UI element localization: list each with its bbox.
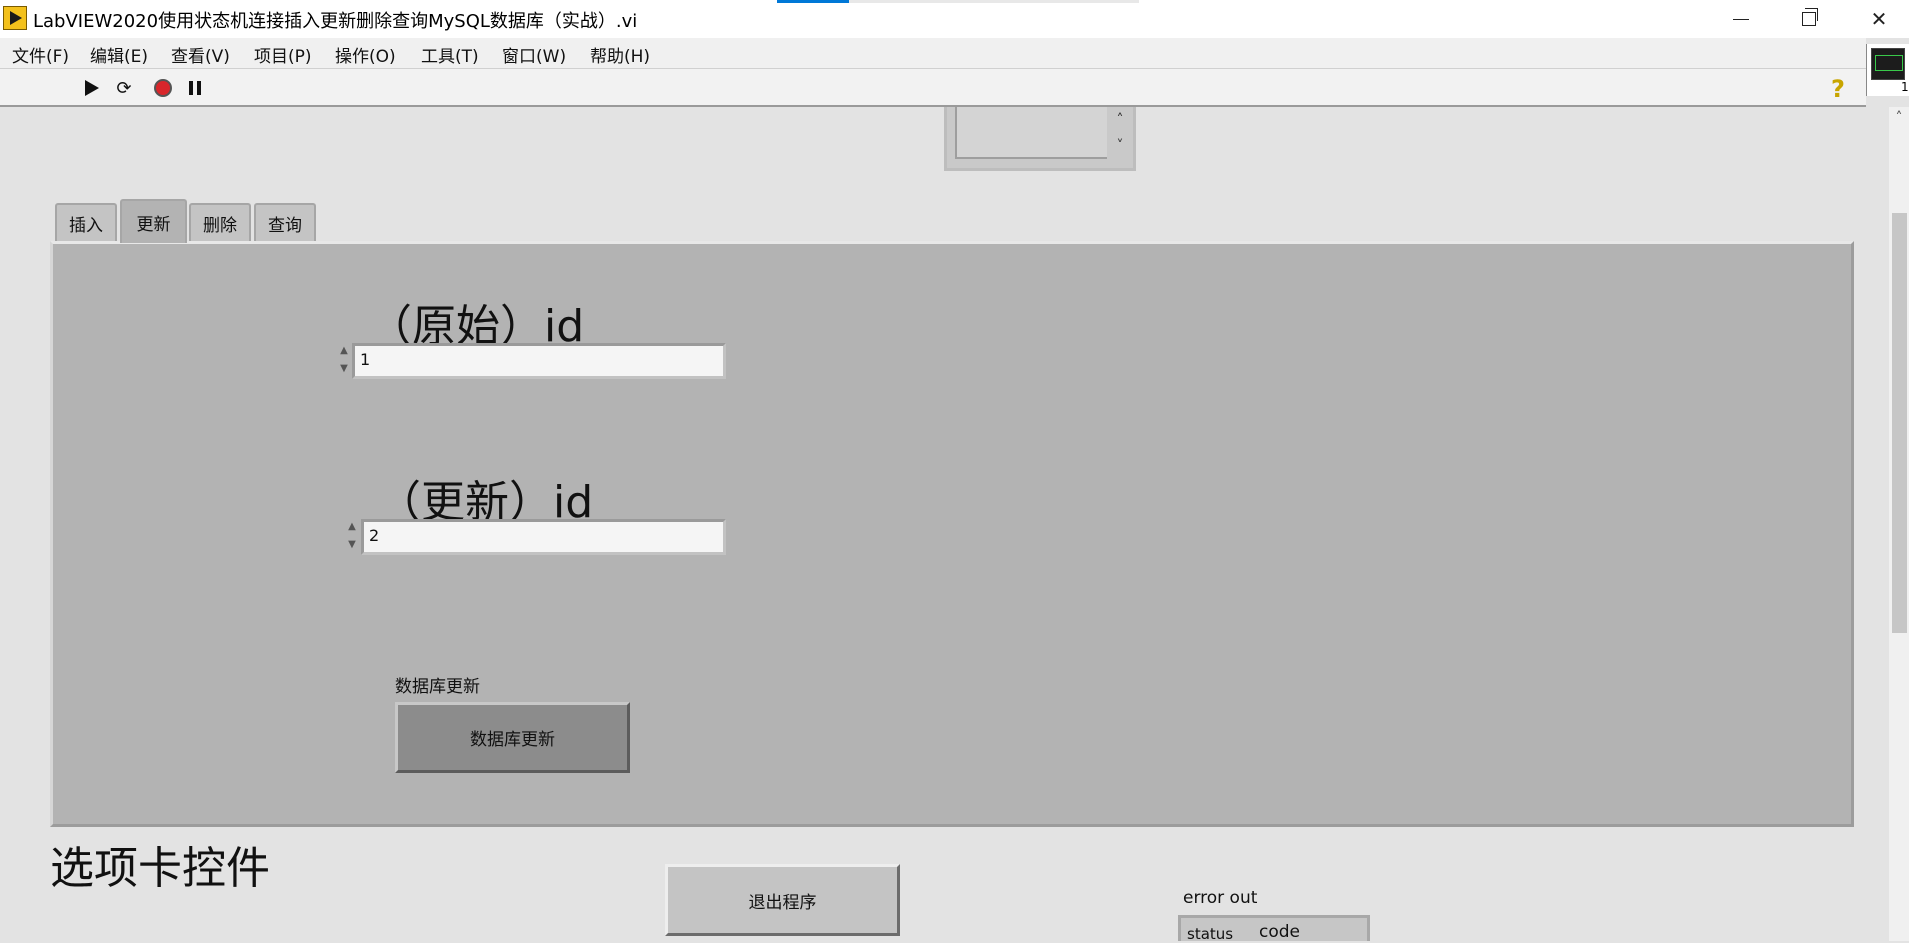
listbox-content (955, 107, 1107, 159)
error-status-label: status (1187, 925, 1234, 943)
close-icon: ✕ (1870, 7, 1888, 31)
run-continuously-icon[interactable]: ⟳ (113, 78, 135, 99)
tab-query[interactable]: 查询 (254, 203, 316, 241)
menu-help[interactable]: 帮助(H) (590, 42, 650, 67)
tab-insert[interactable]: 插入 (55, 203, 117, 241)
new-id-field[interactable]: 2 (361, 519, 726, 555)
vi-icon-pane[interactable]: 1 (1866, 44, 1909, 96)
listbox-scroll[interactable]: ˄ ˅ (1109, 107, 1131, 163)
error-code-label: code (1259, 922, 1300, 942)
close-button[interactable]: ✕ (1849, 0, 1909, 38)
menu-operate[interactable]: 操作(O) (335, 42, 396, 67)
error-out-cluster: status code (1178, 915, 1370, 943)
menu-project[interactable]: 项目(P) (254, 42, 312, 67)
context-help-icon[interactable]: ? (1831, 75, 1845, 103)
vi-icon-image (1871, 48, 1905, 80)
chevron-up-icon[interactable]: ˄ (1109, 107, 1131, 133)
menu-tools[interactable]: 工具(T) (421, 42, 479, 67)
title-accent-gray (849, 0, 1139, 3)
restore-button[interactable] (1779, 0, 1839, 38)
restore-icon (1802, 8, 1818, 26)
title-bar: LabVIEW2020使用状态机连接插入更新删除查询MySQL数据库（实战）.v… (0, 0, 1909, 38)
title-accent (777, 0, 849, 3)
original-id-field[interactable]: 1 (352, 343, 726, 379)
error-out-label: error out (1183, 888, 1258, 908)
pause-icon[interactable] (184, 78, 206, 98)
increment-icon[interactable]: ▲ (345, 518, 359, 536)
tab-update[interactable]: 更新 (120, 199, 187, 243)
menu-file[interactable]: 文件(F) (12, 42, 69, 67)
menu-view[interactable]: 查看(V) (171, 42, 230, 67)
vi-icon-number: 1 (1901, 80, 1909, 94)
menu-edit[interactable]: 编辑(E) (90, 42, 148, 67)
window-title: LabVIEW2020使用状态机连接插入更新删除查询MySQL数据库（实战）.v… (33, 11, 638, 32)
minimize-button[interactable] (1711, 0, 1771, 38)
labview-app-icon[interactable] (3, 6, 27, 30)
increment-icon[interactable]: ▲ (337, 342, 351, 360)
original-id-spinner[interactable]: ▲ ▼ (337, 342, 351, 382)
chevron-down-icon[interactable]: ˅ (1109, 133, 1131, 159)
decrement-icon[interactable]: ▼ (345, 536, 359, 554)
listbox-fragment[interactable]: ˄ ˅ (944, 107, 1136, 171)
db-update-button[interactable]: 数据库更新 (395, 702, 630, 773)
exit-program-button[interactable]: 退出程序 (665, 864, 900, 936)
minimize-icon (1733, 18, 1749, 20)
new-id-spinner[interactable]: ▲ ▼ (345, 518, 359, 558)
db-update-caption: 数据库更新 (395, 677, 480, 697)
abort-execution-icon[interactable] (152, 78, 174, 98)
scrollbar-thumb[interactable] (1892, 213, 1907, 633)
menu-window[interactable]: 窗口(W) (502, 42, 566, 67)
tab-page-update (50, 241, 1854, 827)
toolbar: ⟳ ? (0, 69, 1866, 107)
tab-control-caption: 选项卡控件 (50, 843, 270, 894)
decrement-icon[interactable]: ▼ (337, 360, 351, 378)
tab-delete[interactable]: 删除 (189, 203, 251, 241)
run-arrow-icon[interactable] (81, 78, 103, 98)
menu-bar: 文件(F) 编辑(E) 查看(V) 项目(P) 操作(O) 工具(T) 窗口(W… (0, 38, 1866, 69)
scroll-up-icon[interactable]: ˄ (1889, 110, 1909, 126)
